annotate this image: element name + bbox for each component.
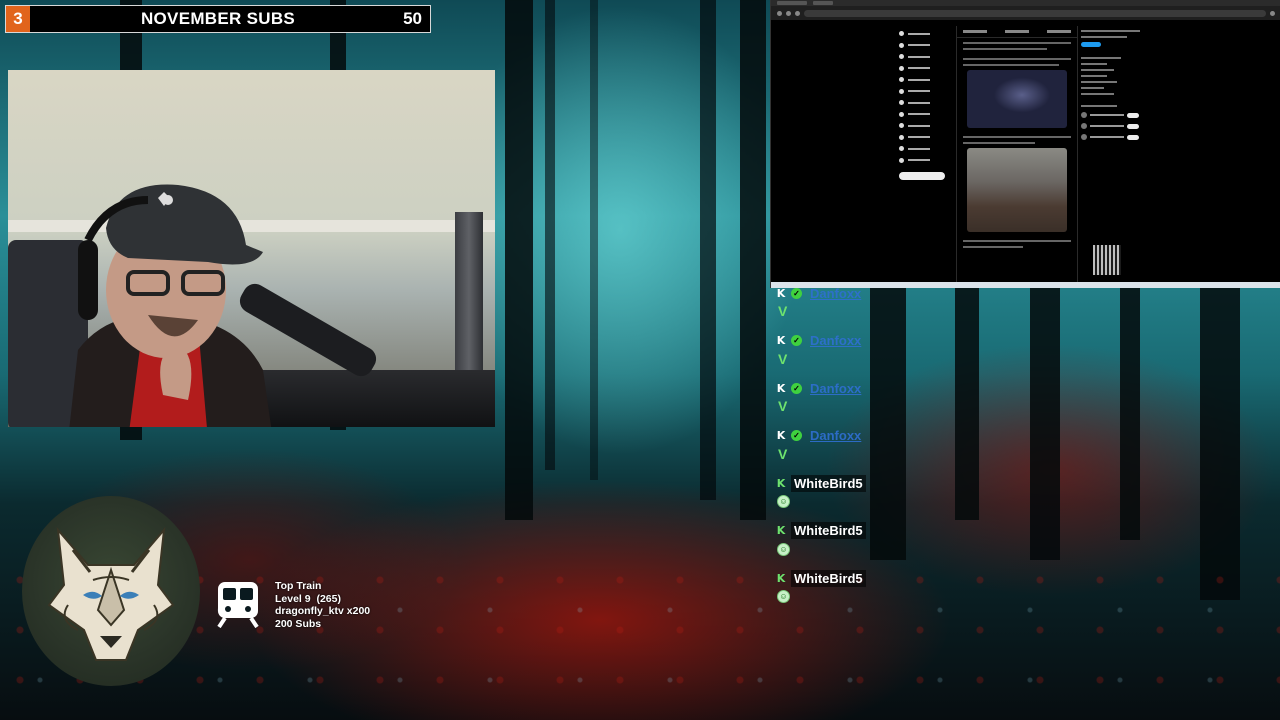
feed-column [956, 26, 1078, 282]
chat-message: K ✓ Danfoxx V [776, 378, 1036, 426]
subs-current-count: 3 [6, 6, 30, 32]
kick-badge-icon: K [776, 286, 786, 300]
chat-username: Danfoxx [810, 428, 862, 443]
check-badge-icon: ✓ [791, 287, 802, 299]
check-badge-icon: ✓ [791, 430, 802, 441]
chat-message: K ✓ Danfoxx V [776, 426, 1036, 474]
chat-username: WhiteBird5 [791, 569, 866, 587]
follow-button[interactable] [1127, 134, 1139, 140]
subs-goal-bar: 3 NOVEMBER SUBS 50 [5, 5, 431, 33]
feed-right-sidebar [1081, 26, 1147, 145]
kick-badge-icon: K [776, 476, 786, 490]
address-bar[interactable] [771, 6, 1280, 20]
webcam-feed [8, 70, 495, 427]
sidebar-item[interactable] [899, 143, 947, 155]
kick-badge-icon: K [776, 429, 786, 442]
chat-text: V [778, 398, 788, 414]
top-train-user: dragonfly_ktv x200 [275, 605, 371, 617]
top-train-level: Level 9 (265) [275, 592, 341, 605]
subs-goal-label: NOVEMBER SUBS [140, 9, 296, 28]
chat-username: Danfoxx [810, 380, 862, 396]
kick-badge-icon: K [776, 571, 786, 585]
chat-message: K ✓ Danfoxx V [776, 331, 1036, 379]
sidebar-item[interactable] [899, 51, 947, 63]
sidebar-item[interactable] [899, 120, 947, 132]
feed-sidebar-nav [899, 28, 947, 180]
browser-window [770, 0, 1280, 288]
forward-icon[interactable] [786, 10, 791, 16]
chat-overlay: K ✓ Danfoxx V K ✓ Danfoxx V K ✓ Danfoxx … [776, 283, 1036, 616]
sidebar-item[interactable] [899, 63, 947, 75]
chat-text: V [778, 445, 788, 462]
menu-icon[interactable] [1270, 10, 1275, 16]
sidebar-item[interactable] [899, 97, 947, 109]
tab-for-you[interactable] [963, 30, 987, 33]
check-badge-icon: ✓ [791, 335, 802, 346]
follow-button[interactable] [1127, 112, 1139, 118]
kick-badge-icon: K [776, 334, 786, 347]
sidebar-item[interactable] [899, 74, 947, 86]
subscribe-button[interactable] [1081, 42, 1101, 47]
kick-badge-icon: K [776, 381, 786, 395]
url-field[interactable] [804, 9, 1266, 17]
post-image-thumbnail[interactable] [967, 148, 1067, 232]
train-icon [217, 582, 259, 628]
smile-emote-icon: ☺ [777, 590, 790, 603]
chat-username: Danfoxx [810, 285, 862, 301]
tab-following[interactable] [1005, 30, 1029, 33]
subs-goal-target: 50 [403, 9, 422, 28]
chat-username: WhiteBird5 [791, 522, 866, 539]
streamer-figure [69, 184, 272, 427]
back-icon[interactable] [777, 10, 782, 16]
post-button[interactable] [899, 172, 945, 180]
tab-other[interactable] [1047, 30, 1071, 33]
smile-emote-icon: ☺ [777, 495, 790, 508]
smile-emote-icon: ☺ [777, 542, 790, 556]
chat-message: K WhiteBird5 ☺ [776, 568, 1036, 616]
check-badge-icon: ✓ [791, 382, 802, 394]
top-train-panel: Top Train Level 9 (265) dragonfly_ktv x2… [275, 580, 370, 630]
channel-logo [22, 496, 200, 686]
top-train-subs: 200 Subs [275, 617, 322, 630]
chat-message: K WhiteBird5 ☺ [776, 521, 1036, 569]
chat-text: V [778, 303, 788, 319]
chat-username: Danfoxx [810, 333, 862, 348]
qr-code-image [1093, 245, 1121, 275]
chat-text: V [778, 350, 788, 367]
follow-button[interactable] [1127, 123, 1139, 129]
social-feed-page [771, 20, 1280, 282]
chat-username: WhiteBird5 [791, 474, 866, 492]
sidebar-item[interactable] [899, 109, 947, 121]
chat-message: K ✓ Danfoxx V [776, 283, 1036, 331]
reload-icon[interactable] [795, 10, 800, 16]
top-train-title: Top Train [275, 580, 322, 592]
kick-badge-icon: K [776, 524, 786, 537]
post-video-thumbnail[interactable] [967, 70, 1067, 128]
sidebar-item[interactable] [899, 132, 947, 144]
sidebar-item[interactable] [899, 40, 947, 52]
wolf-logo-icon [47, 526, 175, 661]
chat-message: K WhiteBird5 ☺ [776, 473, 1036, 521]
sidebar-item[interactable] [899, 155, 947, 167]
sidebar-item[interactable] [899, 86, 947, 98]
sidebar-item[interactable] [899, 28, 947, 40]
